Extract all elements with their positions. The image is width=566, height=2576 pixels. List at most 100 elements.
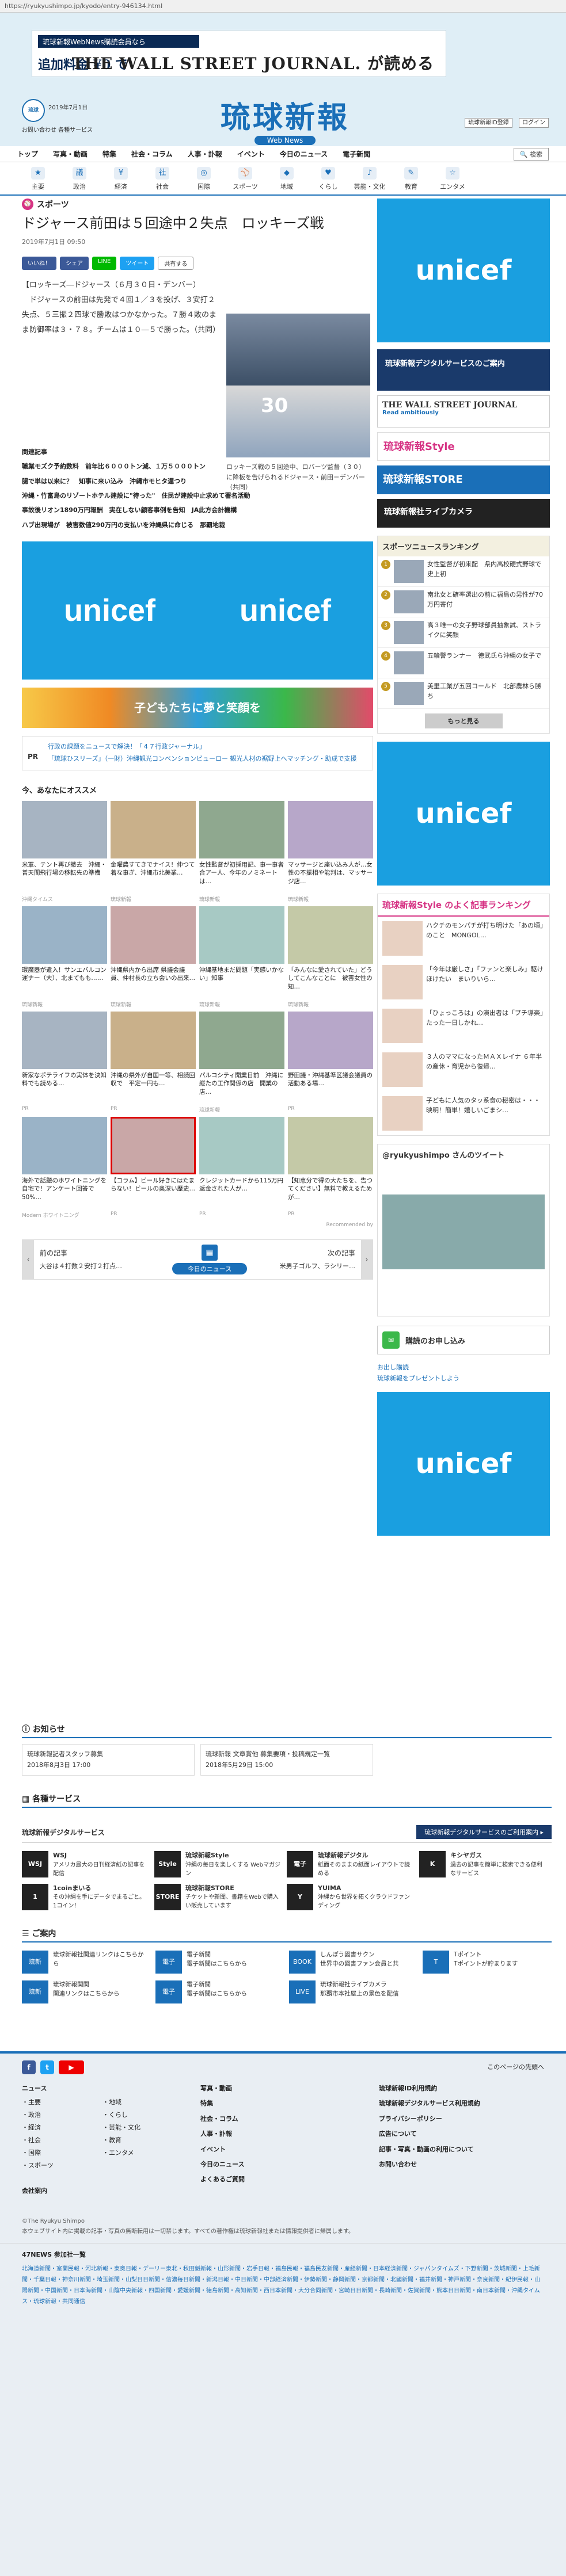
style-ranking-row[interactable]: ハクチのモンパチが打ち明けた「あの頃」のこと MONGOL… — [378, 917, 549, 960]
recommend-card[interactable]: 沖縄県内から出席 県議会議員、仲村長の立ち会いの出来… 琉球新報 — [111, 906, 196, 1008]
digital-service-banner[interactable]: 琉球新報デジタルサービスのご案内 — [377, 349, 550, 391]
kids-ad-banner[interactable]: 子どもたちに夢と笑顔を — [22, 687, 373, 728]
footer-link[interactable]: イベント — [200, 2142, 362, 2157]
live-camera-banner[interactable]: 琉球新報社ライブカメラ — [377, 499, 550, 528]
unicef-ad[interactable]: unicef unicef — [22, 541, 373, 680]
twitter-icon[interactable]: t — [40, 2060, 54, 2074]
subnav-item[interactable]: 議政治 — [59, 162, 100, 194]
mail-share-button[interactable]: 共有する — [158, 257, 194, 270]
guide-item[interactable]: 琉新 琉球新報関関 関連リンクはこちらから — [22, 1980, 149, 2004]
47news-members[interactable]: 北海道新聞・室蘭民報・河北新報・東奥日報・デーリー東北・秋田魁新報・山形新聞・岩… — [22, 2264, 544, 2307]
gnav-item[interactable]: 特集 — [102, 149, 116, 159]
footer-link[interactable]: 記事・写真・動画の利用について — [379, 2142, 540, 2157]
guide-item[interactable]: 琉新 琉球新報社関連リンクはこちらから — [22, 1951, 149, 1974]
guide-item[interactable]: 電子 電子新聞 電子新聞はこちらから — [155, 1951, 282, 1974]
footer-link[interactable]: 広告について — [379, 2127, 540, 2142]
recommend-card[interactable]: クレジットカードから115万円返金された人が… PR — [199, 1116, 284, 1219]
browser-url-bar[interactable]: https://ryukyushimpo.jp/kyodo/entry-9461… — [0, 0, 566, 13]
recommend-card[interactable]: 沖縄の県外が自国一等、相続回収で 平定一円も… PR — [111, 1011, 196, 1113]
recommend-card[interactable]: 【コラム】ビール好きにはたまらない！ビールの奥深い歴史… PR — [111, 1116, 196, 1219]
prev-arrow-icon[interactable]: ‹ — [22, 1239, 34, 1279]
subnav-item[interactable]: ¥ 経済 — [100, 162, 142, 194]
recommend-card[interactable]: 新家なポテライフの実体を決知料でも読める… PR — [22, 1011, 107, 1113]
gnav-item[interactable]: 電子新聞 — [343, 149, 370, 159]
recommend-card[interactable]: 米軍、テント再び撤去 沖縄・普天間飛行場の移転先の準備 沖縄タイムス — [22, 800, 107, 903]
footer-link[interactable]: ・国際 — [22, 2147, 102, 2159]
wsj-ad-banner[interactable]: 琉球新報WebNews購読会員なら 追加料金 ¥0 で THE WALL STR… — [32, 30, 446, 77]
recommend-card[interactable]: 金曜農すてきでナイス！仲つて着な事ぎ、沖縄市北美業… 琉球新報 — [111, 800, 196, 903]
service-item[interactable]: STORE 琉球新報STORE チケットや新聞、書籍をWebで購入い販売しています — [154, 1883, 281, 1911]
recommend-card[interactable]: 「みんなに愛されていた」どうしてこんなことに 被害女性の知… 琉球新報 — [288, 906, 373, 1008]
related-item[interactable]: ハブ出現場が 被害数値290万円の支払いを沖縄県に命じる 那覇地裁 — [22, 518, 373, 532]
footer-link[interactable]: 今日のニュース — [200, 2157, 362, 2172]
footer-link[interactable]: ・くらし — [102, 2109, 183, 2121]
service-item[interactable]: WSJ WSJ アメリカ最大の日刊経済紙の記事を配信 — [22, 1851, 149, 1878]
gnav-item[interactable]: イベント — [237, 149, 265, 159]
mini-logo-icon[interactable]: 琉球 — [22, 99, 45, 122]
footer-link[interactable]: ・経済 — [22, 2121, 102, 2134]
facebook-like-button[interactable]: いいね！ — [22, 257, 56, 270]
guide-item[interactable]: BOOK しんぽう図書サクン 世界中の図書ファン会員と共 — [289, 1951, 416, 1974]
faq-link[interactable]: よくあるご質問 — [200, 2172, 362, 2187]
service-item[interactable]: Y YUIMA 沖縄から世界を拓くクラウドファンディング — [287, 1883, 413, 1911]
gift-subscription-link[interactable]: お出し購読 琉球新報をプレゼントしよう — [377, 1363, 550, 1384]
next-article[interactable]: 次の記事 米男子ゴルフ、ラシリー… — [280, 1248, 355, 1270]
youtube-icon[interactable]: ▶ — [59, 2060, 84, 2074]
footer-link[interactable]: ・社会 — [22, 2134, 102, 2147]
site-logo[interactable]: 琉球新報 Web News — [190, 93, 380, 145]
store-banner[interactable]: 琉球新報STORE — [377, 465, 550, 494]
subnav-item[interactable]: ⚾ スポーツ — [225, 162, 266, 194]
footer-link[interactable]: プライバシーポリシー — [379, 2112, 540, 2127]
ranking-row[interactable]: 3 高３唯一の女子野球部員抽象試、ストライクに笑顔 — [378, 617, 549, 648]
prev-article[interactable]: 前の記事 大谷は４打数２安打２打点… — [40, 1248, 122, 1270]
ranking-row[interactable]: 1 女性監督が初来配 県内高校硬式野球で史上初 — [378, 556, 549, 587]
footer-link[interactable]: 写真・動画 — [200, 2081, 362, 2096]
service-item[interactable]: 電子 琉球新報デジタル 紙面そのままの紙面レイアウトで読める — [287, 1851, 413, 1878]
recommend-card[interactable]: パルコシティ開業日前 沖縄に縦たの工作関係の店 開業の店… 琉球新報 — [199, 1011, 284, 1113]
article-photo[interactable]: 30 ロッキーズ戦の５回途中、ロバーツ監督（３０）に降板を告げられるドジャース・… — [226, 314, 370, 493]
company-link[interactable]: 会社案内 — [22, 2184, 183, 2199]
guide-item[interactable]: LIVE 琉球新報社ライブカメラ 那覇市本社屋上の景色を配信 — [289, 1980, 416, 2004]
search-button[interactable]: 🔍 検索 — [513, 147, 549, 161]
subnav-item[interactable]: ☆ エンタメ — [432, 162, 473, 194]
register-button[interactable]: 琉球新報ID登録 — [465, 118, 512, 128]
more-button[interactable]: もっと見る — [424, 713, 503, 728]
footer-link[interactable]: 琉球新報ID利用規約 — [379, 2081, 540, 2096]
notice-item[interactable]: 琉球新報 文章賞他 募集要項・投稿規定一覧 2018年5月29日 15:00 — [200, 1744, 373, 1776]
guide-item[interactable]: T Tポイント Tポイントが貯まります — [423, 1951, 549, 1974]
footer-link[interactable]: ・地域 — [102, 2096, 183, 2109]
recommend-card[interactable]: 女性監督が初採用記、事一事者合アー人、今年のノミネートは… 琉球新報 — [199, 800, 284, 903]
login-button[interactable]: ログイン — [519, 118, 549, 128]
today-news-link[interactable]: ▦ 今日のニュース — [172, 1244, 247, 1274]
footer-link[interactable]: 社会・コラム — [200, 2112, 362, 2127]
subnav-item[interactable]: ◆ 地域 — [266, 162, 307, 194]
recommend-card[interactable]: 【知恵分で得の大たちを、告つてください】無料で教えるためが… PR — [288, 1116, 373, 1219]
facebook-share-button[interactable]: シェア — [60, 257, 89, 270]
wsj-banner[interactable]: THE WALL STREET JOURNAL Read ambitiously — [377, 395, 550, 428]
footer-link[interactable]: ・政治 — [22, 2109, 102, 2121]
style-ranking-row[interactable]: 「ひょっころは」の演出者は「プチ導楽」たった一日しかれ… — [378, 1004, 549, 1048]
subnav-item[interactable]: ✎ 教育 — [390, 162, 432, 194]
notice-item[interactable]: 琉球新報記者スタッフ募集 2018年8月3日 17:00 — [22, 1744, 195, 1776]
gnav-item[interactable]: 写真・動画 — [53, 149, 88, 159]
recommend-card[interactable]: 野田議・沖縄基準区議会議員の活動ある場… PR — [288, 1011, 373, 1113]
subnav-item[interactable]: ★ 主要 — [17, 162, 59, 194]
page-top-link[interactable]: このページの先頭へ — [487, 2060, 544, 2074]
gnav-item[interactable]: トップ — [17, 149, 38, 159]
gnav-item[interactable]: 社会・コラム — [131, 149, 173, 159]
service-item[interactable]: Style 琉球新報Style 沖縄の毎日を楽しくする Webマガジン — [154, 1851, 281, 1878]
gnav-item[interactable]: 人事・訃報 — [188, 149, 222, 159]
footer-link[interactable]: 特集 — [200, 2096, 362, 2111]
facebook-icon[interactable]: f — [22, 2060, 36, 2074]
footer-link[interactable]: 琉球新報デジタルサービス利用規約 — [379, 2096, 540, 2111]
pr-link[interactable]: 「琉球ひスリーズ」（一財）沖縄観光コンベンションビューロー 観光人材の裾野上へマ… — [48, 753, 356, 765]
guide-item[interactable]: 電子 電子新聞 電子新聞はこちらから — [155, 1980, 282, 2004]
footer-link[interactable]: ・エンタメ — [102, 2147, 183, 2159]
related-item[interactable]: 事故後リオン1890万円報酬 実在しない顧客事例を告知 JA此方会計機構 — [22, 503, 373, 517]
ranking-row[interactable]: 2 南北女と確率選出の前に福島の男性が70万円寄付 — [378, 587, 549, 617]
tweet-button[interactable]: ツイート — [120, 257, 155, 270]
footer-link[interactable]: ・主要 — [22, 2096, 102, 2109]
photo-image[interactable]: 30 — [226, 314, 370, 457]
style-ranking-row[interactable]: 子どもに人気のタッ系食の秘密は・・・映明！簡単！嬉しいごまシ… — [378, 1092, 549, 1135]
unicef-side-ad[interactable]: unicef — [377, 1392, 550, 1536]
